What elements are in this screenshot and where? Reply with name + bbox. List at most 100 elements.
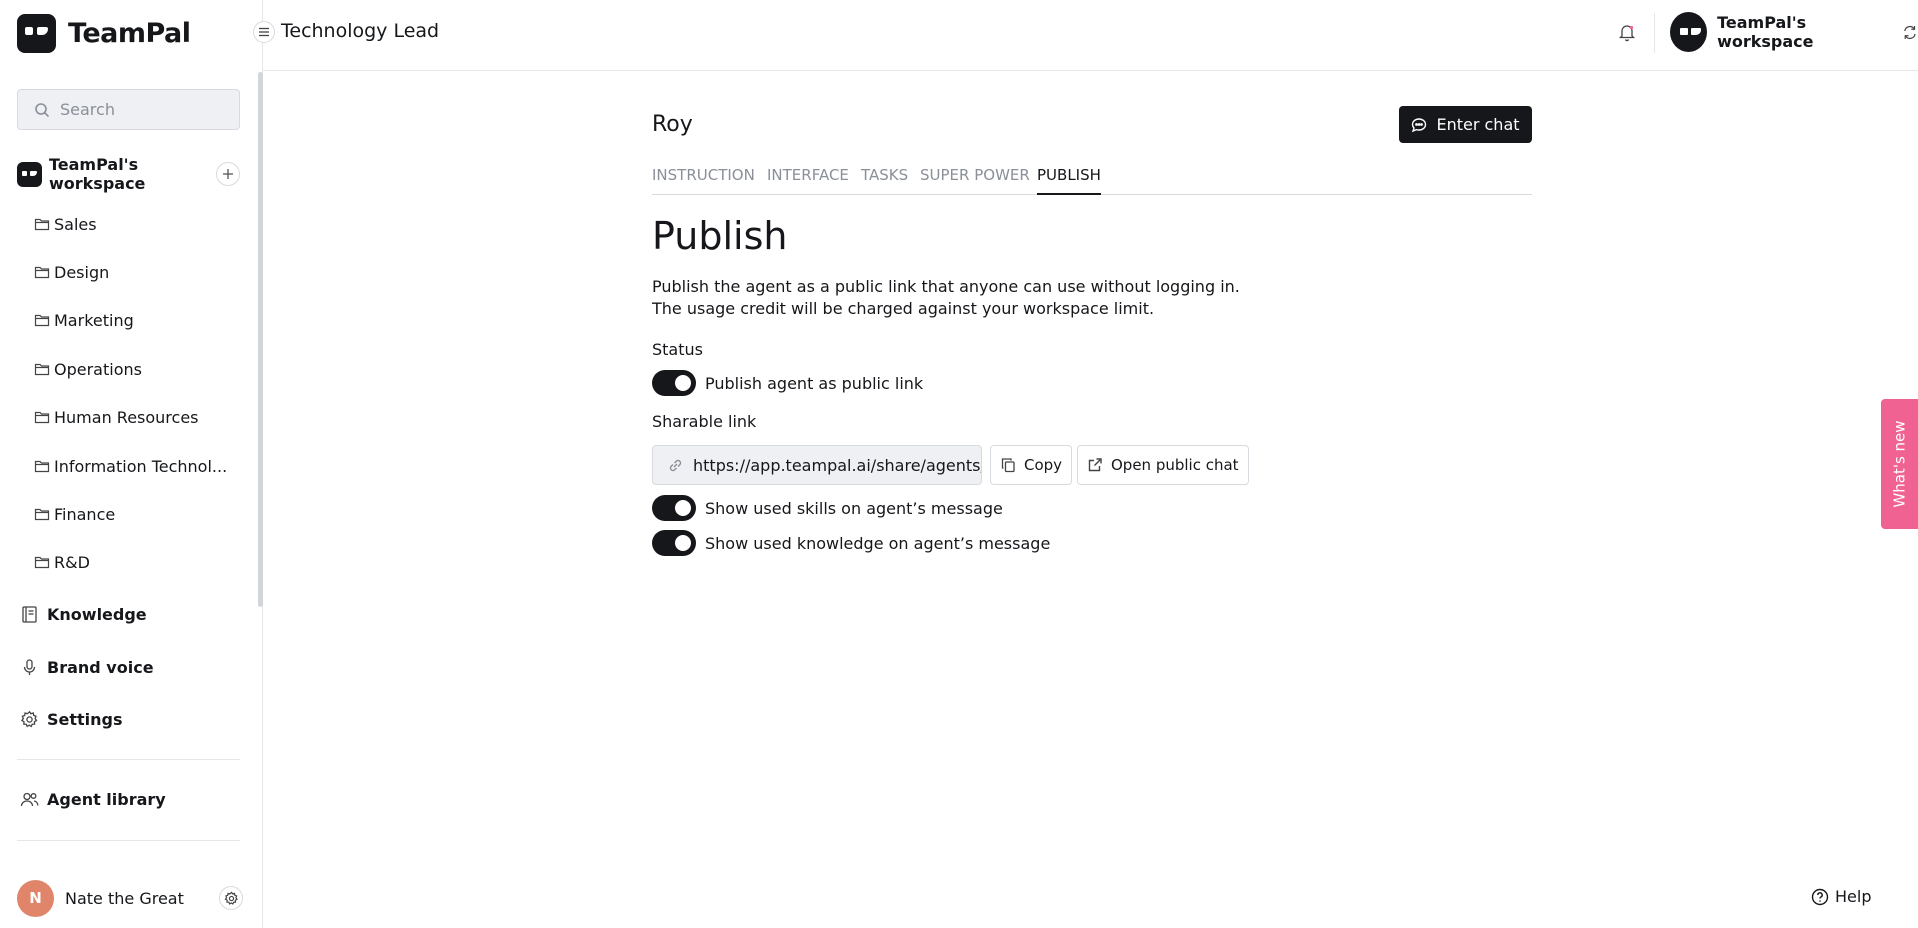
search-input[interactable]: Search	[17, 89, 240, 130]
publish-description: Publish the agent as a public link that …	[652, 276, 1240, 320]
open-public-chat-button[interactable]: Open public chat	[1077, 445, 1249, 485]
user-profile[interactable]: N Nate the Great	[17, 879, 243, 917]
sidebar-item-label: Knowledge	[47, 604, 147, 624]
menu-toggle-button[interactable]	[253, 21, 275, 43]
folder-item-rnd[interactable]: R&D	[34, 548, 90, 576]
workspace-logo-icon	[17, 161, 42, 187]
bell-icon[interactable]	[1616, 21, 1638, 43]
folder-icon	[34, 460, 50, 473]
sidebar-workspace[interactable]: TeamPal's workspace	[17, 155, 240, 193]
gear-icon	[20, 710, 38, 727]
publish-toggle-label: Publish agent as public link	[705, 373, 924, 393]
description-line: Publish the agent as a public link that …	[652, 277, 1240, 296]
tab-super-power[interactable]: SUPER POWER	[920, 164, 1030, 195]
whats-new-tab[interactable]: What's new	[1881, 399, 1918, 529]
sidebar-item-knowledge[interactable]: Knowledge	[20, 600, 147, 628]
plus-icon	[223, 169, 233, 179]
folder-icon	[34, 411, 50, 424]
sidebar-item-agent-library[interactable]: Agent library	[20, 785, 166, 813]
folder-item-information-technology[interactable]: Information Technol...	[34, 452, 227, 480]
publish-toggle[interactable]	[652, 370, 696, 396]
folder-label: Sales	[54, 214, 97, 234]
sharable-link-field[interactable]: https://app.teampal.ai/share/agents/	[652, 445, 982, 485]
app-name: TeamPal	[68, 18, 191, 49]
agent-name: Roy	[652, 112, 693, 137]
app-logo[interactable]: TeamPal	[17, 14, 191, 53]
workspace-logo-icon	[1670, 12, 1708, 52]
folder-label: R&D	[54, 552, 90, 572]
tab-instruction[interactable]: INSTRUCTION	[652, 164, 755, 195]
switch-icon	[1904, 25, 1916, 39]
folder-icon	[34, 218, 50, 231]
tab-publish[interactable]: PUBLISH	[1037, 164, 1101, 195]
sidebar-workspace-name: TeamPal's workspace	[48, 155, 146, 193]
user-name: Nate the Great	[65, 888, 184, 908]
show-knowledge-toggle[interactable]	[652, 530, 696, 556]
gear-icon	[224, 891, 238, 905]
page-title: Technology Lead	[281, 20, 440, 42]
whats-new-label: What's new	[1890, 420, 1909, 508]
sidebar-scrollbar[interactable]	[258, 72, 263, 607]
skills-toggle-row: Show used skills on agent’s message	[652, 495, 1003, 521]
copy-label: Copy	[1024, 456, 1063, 474]
section-heading: Publish	[652, 214, 788, 258]
folder-icon	[34, 363, 50, 376]
user-settings-button[interactable]	[219, 886, 243, 910]
sidebar-item-label: Agent library	[47, 789, 166, 809]
open-public-chat-label: Open public chat	[1111, 456, 1239, 474]
folder-label: Operations	[54, 359, 142, 379]
knowledge-toggle-row: Show used knowledge on agent’s message	[652, 530, 1050, 556]
workspace-switcher[interactable]: TeamPal's workspace	[1670, 12, 1918, 52]
avatar: N	[17, 879, 54, 917]
sharable-url: https://app.teampal.ai/share/agents/	[693, 455, 982, 475]
tab-interface[interactable]: INTERFACE	[767, 164, 849, 195]
folder-icon	[34, 556, 50, 569]
show-knowledge-label: Show used knowledge on agent’s message	[705, 533, 1051, 553]
show-skills-toggle[interactable]	[652, 495, 696, 521]
copy-link-button[interactable]: Copy	[990, 445, 1073, 485]
sidebar-item-label: Brand voice	[47, 657, 154, 677]
folder-item-design[interactable]: Design	[34, 258, 109, 286]
sidebar-item-settings[interactable]: Settings	[20, 705, 123, 733]
sidebar-item-label: Settings	[47, 709, 123, 729]
help-button[interactable]: Help	[1811, 887, 1871, 906]
show-skills-label: Show used skills on agent’s message	[705, 498, 1003, 518]
folder-item-marketing[interactable]: Marketing	[34, 306, 134, 334]
folder-icon	[34, 508, 50, 521]
top-bar: Technology Lead TeamPal's workspace	[253, 0, 1918, 71]
microphone-icon	[23, 658, 36, 675]
agent-tabs: INSTRUCTION INTERFACE TASKS SUPER POWER …	[652, 164, 1532, 195]
copy-icon	[1001, 458, 1015, 473]
folder-item-finance[interactable]: Finance	[34, 500, 115, 528]
enter-chat-button[interactable]: Enter chat	[1399, 106, 1532, 143]
tab-tasks[interactable]: TASKS	[861, 164, 908, 195]
sidebar-item-brand-voice[interactable]: Brand voice	[20, 653, 154, 681]
folder-item-sales[interactable]: Sales	[34, 210, 97, 238]
top-bar-divider	[1654, 13, 1655, 53]
folder-label: Human Resources	[54, 407, 199, 427]
external-link-icon	[1088, 458, 1102, 472]
sidebar-divider	[17, 759, 240, 760]
add-folder-button[interactable]	[216, 162, 240, 186]
folder-icon	[34, 314, 50, 327]
help-label: Help	[1835, 887, 1872, 906]
folder-item-operations[interactable]: Operations	[34, 355, 142, 383]
teampal-logo-icon	[17, 14, 56, 53]
folder-icon	[34, 266, 50, 279]
chat-icon	[1412, 117, 1427, 132]
sharable-link-label: Sharable link	[652, 412, 757, 431]
book-icon	[22, 605, 37, 623]
folder-label: Information Technol...	[54, 456, 228, 476]
status-label: Status	[652, 340, 703, 359]
folder-label: Finance	[54, 504, 116, 524]
folder-label: Design	[54, 262, 110, 282]
search-placeholder: Search	[60, 100, 115, 119]
description-line: The usage credit will be charged against…	[652, 299, 1155, 318]
workspace-name: TeamPal's workspace	[1717, 13, 1814, 51]
publish-toggle-row: Publish agent as public link	[652, 370, 923, 396]
enter-chat-label: Enter chat	[1436, 115, 1520, 134]
users-icon	[20, 792, 39, 806]
link-icon	[669, 459, 682, 471]
search-icon	[35, 102, 50, 117]
folder-item-human-resources[interactable]: Human Resources	[34, 403, 199, 431]
